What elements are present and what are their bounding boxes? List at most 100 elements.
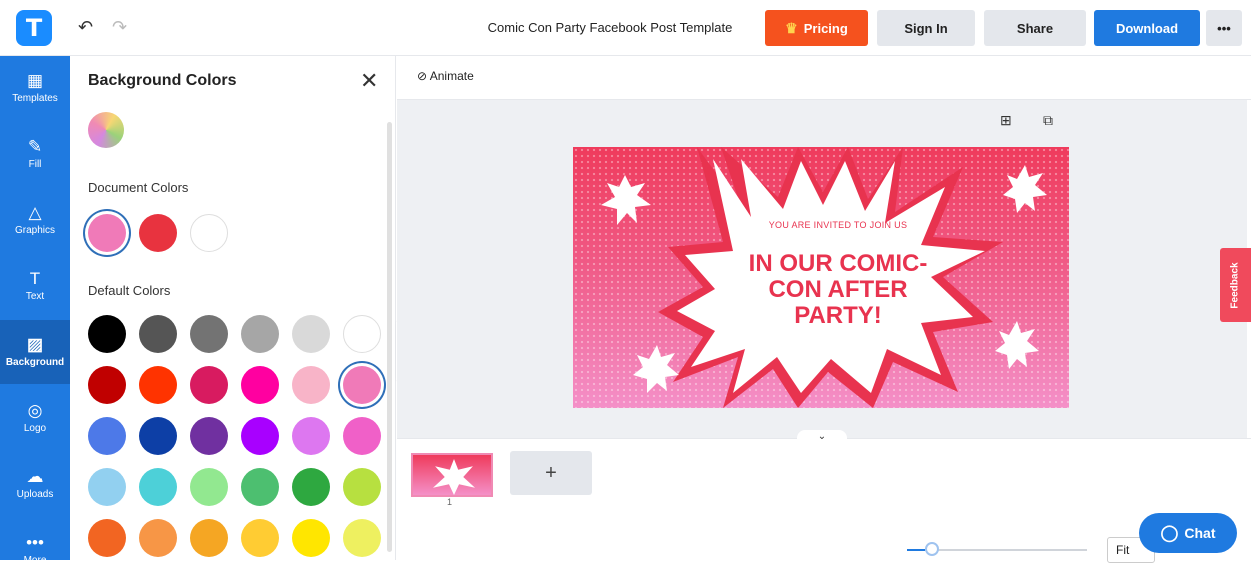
invite-text[interactable]: YOU ARE INVITED TO JOIN US: [753, 220, 923, 230]
document-colors-label: Document Colors: [88, 180, 189, 195]
duplicate-icon[interactable]: ⧉: [1043, 112, 1053, 129]
sidebar-item-label: Fill: [28, 159, 42, 170]
default-color-swatch[interactable]: [241, 417, 279, 455]
default-color-swatch[interactable]: [241, 519, 279, 557]
spark-bottom-right: [995, 321, 1039, 369]
default-color-swatch[interactable]: [343, 468, 381, 506]
download-button[interactable]: Download: [1094, 10, 1200, 46]
more-icon: •••: [26, 533, 44, 552]
spark-bottom-left: [633, 345, 679, 393]
sidebar-item-label: Logo: [23, 423, 47, 434]
background-icon: ▨: [26, 335, 44, 354]
default-color-swatch[interactable]: [292, 417, 330, 455]
default-color-swatch[interactable]: [88, 366, 126, 404]
feedback-tab[interactable]: Feedback: [1220, 248, 1251, 322]
sidebar-item-logo[interactable]: ◎ Logo: [0, 386, 70, 450]
sidebar-item-label: Templates: [12, 93, 58, 104]
default-color-swatch[interactable]: [241, 468, 279, 506]
sidebar-item-graphics[interactable]: △ Graphics: [0, 188, 70, 252]
design-canvas[interactable]: YOU ARE INVITED TO JOIN US IN OUR COMIC-…: [573, 147, 1069, 408]
pencil-icon: ✎: [27, 137, 43, 156]
sidebar-item-label: Text: [25, 291, 45, 302]
canvas-area: ⊞ ⧉ YOU ARE INVITED TO JOIN US IN OUR CO…: [397, 100, 1247, 438]
templates-icon: ▦: [26, 71, 44, 90]
chat-bubble-icon: ◯: [1160, 525, 1179, 542]
pages-strip: ⌄ 1 + Fit: [397, 430, 1251, 563]
sidebar-item-background[interactable]: ▨ Background: [0, 320, 70, 384]
add-page-button[interactable]: +: [510, 451, 592, 495]
default-color-swatch[interactable]: [88, 519, 126, 557]
top-bar: T ↶ ↷ Comic Con Party Facebook Post Temp…: [0, 0, 1251, 56]
sidebar-item-uploads[interactable]: ☁ Uploads: [0, 452, 70, 516]
default-color-swatch[interactable]: [139, 417, 177, 455]
document-color-swatch[interactable]: [139, 214, 177, 252]
share-button[interactable]: Share: [984, 10, 1086, 46]
zoom-slider-fill: [907, 549, 925, 551]
default-color-swatch[interactable]: [190, 417, 228, 455]
logo-icon: ◎: [27, 401, 43, 420]
sign-in-button[interactable]: Sign In: [877, 10, 975, 46]
default-color-swatch[interactable]: [190, 366, 228, 404]
canvas-toolbar: ⊘ Animate: [397, 56, 1251, 100]
undo-icon[interactable]: ↶: [78, 17, 93, 38]
default-color-swatch[interactable]: [139, 315, 177, 353]
shapes-icon: △: [28, 203, 42, 222]
default-color-swatch[interactable]: [139, 366, 177, 404]
sidebar-item-fill[interactable]: ✎ Fill: [0, 122, 70, 186]
document-color-swatch[interactable]: [190, 214, 228, 252]
thumbnail-burst: [433, 459, 475, 495]
add-page-icon[interactable]: ⊞: [1000, 112, 1012, 129]
default-color-swatch[interactable]: [88, 468, 126, 506]
sidebar-item-label: More: [23, 555, 47, 566]
pricing-button[interactable]: ♛ Pricing: [765, 10, 868, 46]
default-color-swatch[interactable]: [292, 366, 330, 404]
chevron-down-icon[interactable]: ⌄: [797, 430, 847, 444]
sidebar-item-text[interactable]: T Text: [0, 254, 70, 318]
default-color-swatch[interactable]: [343, 417, 381, 455]
spark-top-right: [1003, 165, 1047, 213]
default-color-swatch[interactable]: [190, 315, 228, 353]
page-number: 1: [447, 497, 453, 507]
crown-icon: ♛: [785, 19, 798, 36]
chat-label: Chat: [1184, 525, 1216, 541]
document-title[interactable]: Comic Con Party Facebook Post Template: [470, 20, 750, 35]
default-color-swatch[interactable]: [292, 519, 330, 557]
animate-label: Animate: [429, 69, 474, 83]
panel-scrollbar[interactable]: [387, 122, 392, 552]
default-color-swatch[interactable]: [241, 315, 279, 353]
sidebar-item-label: Uploads: [16, 489, 54, 500]
default-color-swatch[interactable]: [190, 468, 228, 506]
animate-icon: ⊘: [417, 69, 430, 83]
sidebar-item-templates[interactable]: ▦ Templates: [0, 56, 70, 120]
default-color-swatch[interactable]: [190, 519, 228, 557]
default-color-swatch[interactable]: [88, 417, 126, 455]
pricing-label: Pricing: [803, 20, 848, 36]
custom-color-picker[interactable]: [88, 112, 124, 148]
redo-icon[interactable]: ↷: [112, 17, 127, 38]
text-icon: T: [29, 269, 41, 288]
default-color-swatch[interactable]: [292, 315, 330, 353]
default-color-swatch[interactable]: [241, 366, 279, 404]
sidebar-rail: ▦ Templates ✎ Fill △ Graphics T Text ▨ B…: [0, 56, 70, 566]
default-color-swatch[interactable]: [343, 366, 381, 404]
page-thumbnail[interactable]: [411, 453, 493, 497]
default-color-swatch[interactable]: [139, 468, 177, 506]
background-colors-panel: Background Colors ✕ Document Colors Defa…: [70, 56, 396, 560]
animate-button[interactable]: ⊘ Animate: [417, 69, 474, 83]
headline-text[interactable]: IN OUR COMIC-CON AFTER PARTY!: [733, 251, 943, 329]
default-color-swatch[interactable]: [88, 315, 126, 353]
zoom-slider-handle[interactable]: [925, 542, 939, 556]
document-color-swatch[interactable]: [88, 214, 126, 252]
sidebar-item-more[interactable]: ••• More: [0, 518, 70, 582]
panel-title: Background Colors: [88, 72, 237, 89]
default-color-swatch[interactable]: [292, 468, 330, 506]
chat-button[interactable]: ◯ Chat: [1139, 513, 1237, 553]
default-color-swatch[interactable]: [139, 519, 177, 557]
app-logo[interactable]: T: [16, 10, 52, 46]
spark-top-left: [601, 175, 651, 225]
more-options-button[interactable]: •••: [1206, 10, 1242, 46]
upload-cloud-icon: ☁: [26, 467, 44, 486]
default-color-swatch[interactable]: [343, 519, 381, 557]
default-color-swatch[interactable]: [343, 315, 381, 353]
close-icon[interactable]: ✕: [360, 68, 378, 94]
